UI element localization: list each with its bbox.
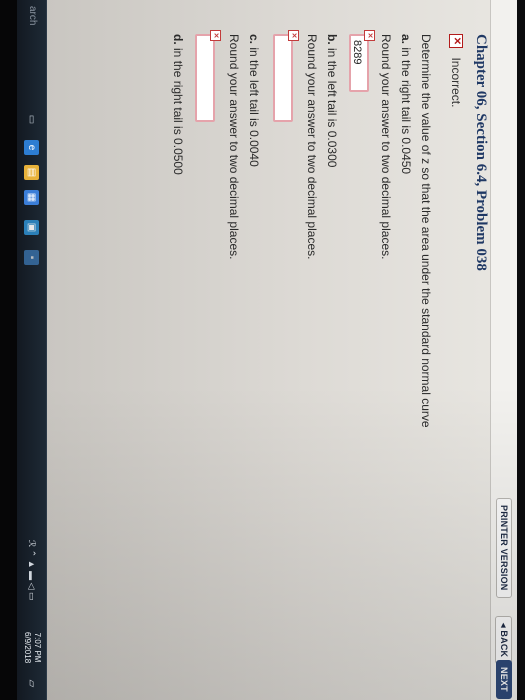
file-explorer-icon[interactable]: ▤ [24, 165, 39, 180]
photo-background: PRINTER VERSION ◂ BACK NEXT Chapter 06, … [0, 0, 525, 700]
assignment-toolbar: PRINTER VERSION ◂ BACK NEXT [490, 0, 517, 700]
part-a-question: a. in the right tail is 0.0450 [399, 34, 413, 174]
part-d-label: d. [171, 34, 185, 45]
open-window-icon[interactable]: ▣ [24, 220, 39, 235]
status-text: Incorrect. [449, 57, 464, 108]
part-c-text: in the left tail is 0.0040 [247, 47, 261, 167]
x-icon: ✕ [449, 34, 464, 48]
error-flag-icon: ✕ [364, 30, 375, 41]
part-b-answer-wrap: ✕ [273, 30, 299, 122]
part-a-round-hint: Round your answer to two decimal places. [379, 34, 393, 260]
error-flag-icon: ✕ [288, 30, 299, 41]
system-tray-icons[interactable]: ℛ ⌃ ▲ ▬ ◁ ▭ [26, 540, 37, 601]
monitor-bezel [0, 0, 17, 700]
back-button[interactable]: ◂ BACK [495, 616, 512, 665]
part-b-round-hint: Round your answer to two decimal places. [305, 34, 319, 260]
problem-title: Chapter 06, Section 6.4, Problem 038 [473, 34, 489, 271]
part-b-label: b. [325, 34, 339, 45]
windows-taskbar: arch ▭ e ▤ ▦ ▣ ▪ ℛ ⌃ ▲ ▬ ◁ ▭ 7:07 PM 6/9… [16, 0, 47, 700]
part-b-question: b. in the left tail is 0.0300 [325, 34, 339, 167]
part-d-text: in the right tail is 0.0500 [171, 48, 185, 175]
task-view-icon[interactable]: ▭ [24, 112, 39, 127]
part-a-answer-input[interactable]: 8289 [349, 34, 369, 92]
part-a-answer-wrap: ✕ 8289 [349, 30, 375, 92]
clock-date: 6/9/2018 [23, 632, 32, 664]
edge-browser-icon[interactable]: e [24, 140, 39, 155]
part-a-text: in the right tail is 0.0450 [399, 47, 413, 175]
part-d-question: d. in the right tail is 0.0500 [171, 34, 185, 175]
part-a-label: a. [399, 34, 413, 45]
part-c-answer-input[interactable] [195, 34, 215, 122]
status-row: ✕ Incorrect. [447, 34, 465, 107]
error-flag-icon: ✕ [210, 30, 221, 41]
part-c-answer-wrap: ✕ [195, 30, 221, 122]
store-icon[interactable]: ▦ [24, 190, 39, 205]
taskbar-search[interactable]: arch [27, 6, 38, 25]
part-c-question: c. in the left tail is 0.0040 [247, 34, 261, 167]
part-c-round-hint: Round your answer to two decimal places. [227, 34, 241, 260]
part-b-text: in the left tail is 0.0300 [325, 48, 339, 168]
clock-time: 7:07 PM [33, 632, 42, 663]
taskbar-clock[interactable]: 7:07 PM 6/9/2018 [22, 632, 42, 663]
browser-screen: PRINTER VERSION ◂ BACK NEXT Chapter 06, … [47, 0, 517, 700]
notifications-icon[interactable]: ▱ [24, 676, 39, 691]
next-button[interactable]: NEXT [496, 660, 512, 699]
part-c-label: c. [247, 34, 261, 45]
printer-version-button[interactable]: PRINTER VERSION [496, 498, 512, 598]
instruction-text: Determine the value of z so that the are… [419, 34, 433, 428]
part-b-answer-input[interactable] [273, 34, 293, 122]
rotated-monitor: PRINTER VERSION ◂ BACK NEXT Chapter 06, … [0, 0, 517, 700]
app-icon[interactable]: ▪ [24, 250, 39, 265]
